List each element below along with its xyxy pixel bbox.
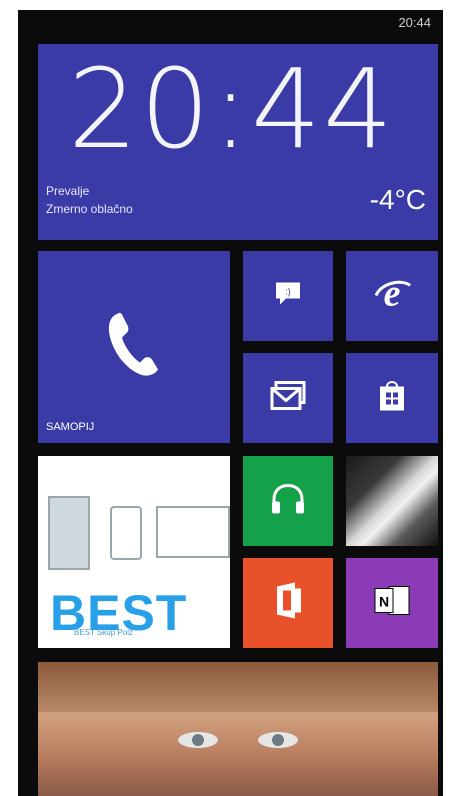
messaging-icon: :) (274, 281, 302, 312)
music-tile[interactable] (243, 456, 333, 546)
device-outline-3 (156, 506, 230, 558)
photo-eye-right (258, 732, 298, 748)
people-photo-tile[interactable] (38, 662, 438, 796)
svg-text:N: N (379, 594, 389, 610)
status-clock: 20:44 (398, 15, 431, 30)
mail-tile[interactable] (243, 353, 333, 443)
best-logo-subtext: BEST Skup Polž (74, 628, 133, 637)
office-tile[interactable] (243, 558, 333, 648)
office-icon (273, 582, 303, 624)
svg-text:e: e (384, 274, 401, 314)
phone-tile-label: SAMOPIJ (46, 421, 95, 433)
messaging-tile[interactable]: :) (243, 251, 333, 341)
weather-condition: Zmerno oblačno (46, 202, 133, 216)
mail-icon (270, 381, 306, 416)
device-outline-2 (110, 506, 142, 560)
internet-explorer-icon: e (372, 273, 412, 319)
clock-weather-tile[interactable]: 20:44 Prevalje Zmerno oblačno -4°C (38, 44, 438, 240)
internet-explorer-tile[interactable]: e (346, 251, 438, 341)
photo-eye-left (178, 732, 218, 748)
device-outline-1 (48, 496, 90, 570)
store-icon (377, 379, 407, 418)
phone-screen: 20:44 20:44 Prevalje Zmerno oblačno -4°C… (18, 10, 443, 796)
music-headphones-icon (270, 482, 306, 521)
store-tile[interactable] (346, 353, 438, 443)
weather-city: Prevalje (46, 184, 90, 198)
clock-time: 20:44 (68, 45, 396, 173)
phone-tile[interactable]: SAMOPIJ (38, 251, 230, 443)
best-photo-tile[interactable]: BEST BEST Skup Polž (38, 456, 230, 648)
photo-hair (38, 662, 438, 712)
svg-text::): :) (285, 287, 291, 297)
onenote-tile[interactable]: N (346, 558, 438, 648)
phone-icon (104, 310, 164, 385)
onenote-icon: N (373, 585, 411, 622)
weather-temperature: -4°C (369, 184, 426, 215)
photo-tile[interactable] (346, 456, 438, 546)
